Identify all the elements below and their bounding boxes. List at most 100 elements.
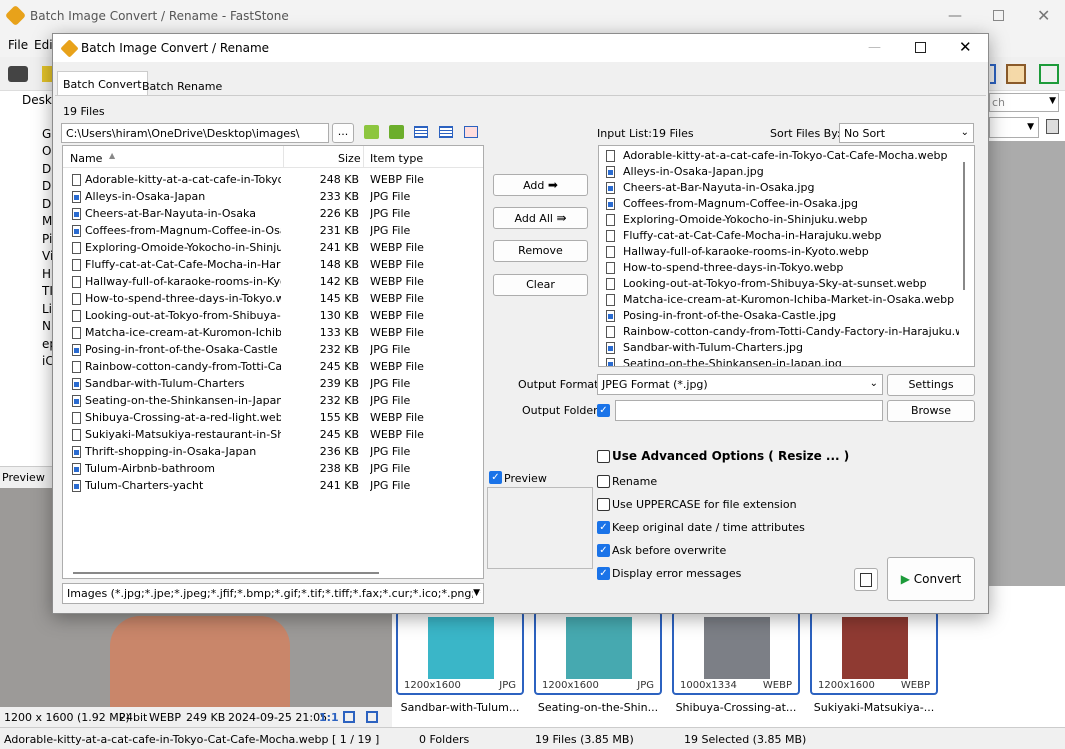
input-list-item[interactable]: Hallway-full-of-karaoke-rooms-in-Kyoto.w… bbox=[599, 244, 959, 260]
input-list-item[interactable]: Adorable-kitty-at-a-cat-cafe-in-Tokyo-Ca… bbox=[599, 148, 959, 164]
file-row[interactable]: Cheers-at-Bar-Nayuta-in-Osaka 226 KB JPG F… bbox=[63, 205, 483, 222]
dialog-close-button[interactable]: ✕ bbox=[959, 38, 972, 56]
tree-item[interactable]: Li bbox=[42, 302, 52, 316]
file-row[interactable]: Thrift-shopping-in-Osaka-Japan 236 KB JPG … bbox=[63, 443, 483, 460]
display-errors-checkbox[interactable]: ✓ bbox=[597, 567, 610, 580]
settings-button[interactable]: Settings bbox=[887, 374, 975, 396]
uppercase-checkbox[interactable] bbox=[597, 498, 610, 511]
thumbnail-card[interactable]: 1200x1600 JPG bbox=[396, 611, 524, 695]
browse-folder-button[interactable]: ... bbox=[332, 123, 354, 143]
clear-button[interactable]: Clear bbox=[493, 274, 588, 296]
file-row[interactable]: Adorable-kitty-at-a-cat-cafe-in-Tokyo...… bbox=[63, 171, 483, 188]
main-maximize-button[interactable] bbox=[993, 10, 1004, 21]
file-row[interactable]: Sukiyaki-Matsukiya-restaurant-in-Shib...… bbox=[63, 426, 483, 443]
tree-item[interactable]: O bbox=[42, 144, 51, 158]
dialog-maximize-button[interactable] bbox=[915, 42, 926, 53]
advanced-options-checkbox[interactable] bbox=[597, 450, 610, 463]
vertical-scrollbar[interactable] bbox=[963, 162, 965, 290]
advanced-options-label[interactable]: Use Advanced Options ( Resize ... ) bbox=[612, 449, 849, 463]
add-button[interactable]: Add ➡ bbox=[493, 174, 588, 196]
main-minimize-button[interactable]: — bbox=[945, 9, 965, 23]
up-folder-icon[interactable] bbox=[364, 125, 379, 139]
thumbnail-card[interactable]: 1200x1600 JPG bbox=[534, 611, 662, 695]
column-type[interactable]: Item type bbox=[370, 152, 423, 165]
file-row[interactable]: Coffees-from-Magnum-Coffee-in-Osaka 231 K… bbox=[63, 222, 483, 239]
file-row[interactable]: Seating-on-the-Shinkansen-in-Japan 232 KB… bbox=[63, 392, 483, 409]
ask-overwrite-checkbox[interactable]: ✓ bbox=[597, 544, 610, 557]
menu-file[interactable]: File bbox=[8, 38, 28, 52]
column-size[interactable]: Size bbox=[338, 152, 361, 165]
zoom-ratio[interactable]: 1:1 bbox=[319, 711, 339, 724]
input-list-item[interactable]: Fluffy-cat-at-Cat-Cafe-Mocha-in-Harajuku… bbox=[599, 228, 959, 244]
expand-icon[interactable] bbox=[366, 711, 378, 723]
convert-button[interactable]: ▶ Convert bbox=[887, 557, 975, 601]
file-row[interactable]: Exploring-Omoide-Yokocho-in-Shinjuku... 2… bbox=[63, 239, 483, 256]
file-list[interactable]: Name ▲ Size Item type Adorable-kitty-at-… bbox=[62, 145, 484, 579]
filter-combo[interactable]: ▼ bbox=[989, 117, 1039, 138]
display-errors-label[interactable]: Display error messages bbox=[612, 567, 741, 580]
refresh-folder-icon[interactable] bbox=[389, 125, 404, 139]
output-folder-input[interactable] bbox=[615, 400, 883, 421]
tree-item[interactable]: G bbox=[42, 127, 51, 141]
tree-item[interactable]: D bbox=[42, 162, 51, 176]
tree-item[interactable]: D bbox=[42, 197, 51, 211]
preview-output-button[interactable] bbox=[854, 568, 878, 591]
file-row[interactable]: Sandbar-with-Tulum-Charters 239 KB JPG Fil… bbox=[63, 375, 483, 392]
rename-checkbox[interactable] bbox=[597, 475, 610, 488]
list-view-icon[interactable] bbox=[414, 126, 428, 138]
file-row[interactable]: Posing-in-front-of-the-Osaka-Castle 232 K… bbox=[63, 341, 483, 358]
file-row[interactable]: How-to-spend-three-days-in-Tokyo.w... 145… bbox=[63, 290, 483, 307]
tree-item[interactable]: H bbox=[42, 267, 51, 281]
add-all-button[interactable]: Add All ⇛ bbox=[493, 207, 588, 229]
rename-label[interactable]: Rename bbox=[612, 475, 657, 488]
layout-icon[interactable] bbox=[990, 64, 996, 84]
input-list[interactable]: Adorable-kitty-at-a-cat-cafe-in-Tokyo-Ca… bbox=[598, 145, 975, 367]
horizontal-scrollbar[interactable] bbox=[65, 568, 481, 578]
uppercase-label[interactable]: Use UPPERCASE for file extension bbox=[612, 498, 797, 511]
thumbnail-card[interactable]: 1200x1600 WEBP bbox=[810, 611, 938, 695]
portrait-icon[interactable] bbox=[1006, 64, 1026, 84]
input-list-item[interactable]: Coffees-from-Magnum-Coffee-in-Osaka.jpg bbox=[599, 196, 959, 212]
file-row[interactable]: Rainbow-cotton-candy-from-Totti-Can... 24… bbox=[63, 358, 483, 375]
input-list-item[interactable]: How-to-spend-three-days-in-Tokyo.webp bbox=[599, 260, 959, 276]
tree-item[interactable]: N bbox=[42, 319, 51, 333]
input-list-item[interactable]: Exploring-Omoide-Yokocho-in-Shinjuku.web… bbox=[599, 212, 959, 228]
tree-item[interactable]: D bbox=[42, 179, 51, 193]
camera-icon[interactable] bbox=[8, 66, 28, 82]
input-list-item[interactable]: Sandbar-with-Tulum-Charters.jpg bbox=[599, 340, 959, 356]
dialog-minimize-button[interactable]: — bbox=[868, 40, 881, 55]
keep-date-label[interactable]: Keep original date / time attributes bbox=[612, 521, 805, 534]
input-list-item[interactable]: Looking-out-at-Tokyo-from-Shibuya-Sky-at… bbox=[599, 276, 959, 292]
column-name[interactable]: Name bbox=[70, 152, 102, 165]
file-row[interactable]: Looking-out-at-Tokyo-from-Shibuya-S... 13… bbox=[63, 307, 483, 324]
search-box[interactable]: ch ▼ bbox=[989, 93, 1059, 112]
output-folder-checkbox[interactable]: ✓ bbox=[597, 404, 610, 417]
input-list-item[interactable]: Seating-on-the-Shinkansen-in-Japan.jpg bbox=[599, 356, 959, 366]
output-format-select[interactable]: JPEG Format (*.jpg) ⌄ bbox=[597, 374, 883, 395]
remove-button[interactable]: Remove bbox=[493, 240, 588, 262]
folder-tree[interactable]: Deskt G O D D D M Pi Vi H TI Li Nep iC bbox=[0, 91, 57, 466]
path-input[interactable]: C:\Users\hiram\OneDrive\Desktop\images\ bbox=[61, 123, 329, 143]
keep-date-checkbox[interactable]: ✓ bbox=[597, 521, 610, 534]
input-list-item[interactable]: Cheers-at-Bar-Nayuta-in-Osaka.jpg bbox=[599, 180, 959, 196]
fit-icon[interactable] bbox=[343, 711, 355, 723]
main-close-button[interactable]: ✕ bbox=[1037, 6, 1050, 25]
trash-icon[interactable] bbox=[1046, 119, 1059, 134]
file-row[interactable]: Matcha-ice-cream-at-Kuromon-Ichiba-... 13… bbox=[63, 324, 483, 341]
input-list-item[interactable]: Matcha-ice-cream-at-Kuromon-Ichiba-Marke… bbox=[599, 292, 959, 308]
input-list-item[interactable]: Alleys-in-Osaka-Japan.jpg bbox=[599, 164, 959, 180]
browse-button[interactable]: Browse bbox=[887, 400, 975, 422]
sort-files-select[interactable]: No Sort ⌄ bbox=[839, 123, 974, 143]
details-view-icon[interactable] bbox=[439, 126, 453, 138]
menu-edit[interactable]: Edi bbox=[34, 38, 53, 52]
input-list-item[interactable]: Rainbow-cotton-candy-from-Totti-Candy-Fa… bbox=[599, 324, 959, 340]
file-type-filter[interactable]: Images (*.jpg;*.jpe;*.jpeg;*.jfif;*.bmp;… bbox=[62, 583, 484, 604]
preview-checkbox[interactable]: ✓ bbox=[489, 471, 502, 484]
file-row[interactable]: Hallway-full-of-karaoke-rooms-in-Kyot...… bbox=[63, 273, 483, 290]
thumbnail-card[interactable]: 1000x1334 WEBP bbox=[672, 611, 800, 695]
tree-item[interactable]: Pi bbox=[42, 232, 52, 246]
file-row[interactable]: Tulum-Charters-yacht 241 KB JPG File bbox=[63, 477, 483, 494]
file-row[interactable]: Shibuya-Crossing-at-a-red-light.webp 155 … bbox=[63, 409, 483, 426]
input-list-item[interactable]: Posing-in-front-of-the-Osaka-Castle.jpg bbox=[599, 308, 959, 324]
thumbnail-view-icon[interactable] bbox=[464, 126, 478, 138]
